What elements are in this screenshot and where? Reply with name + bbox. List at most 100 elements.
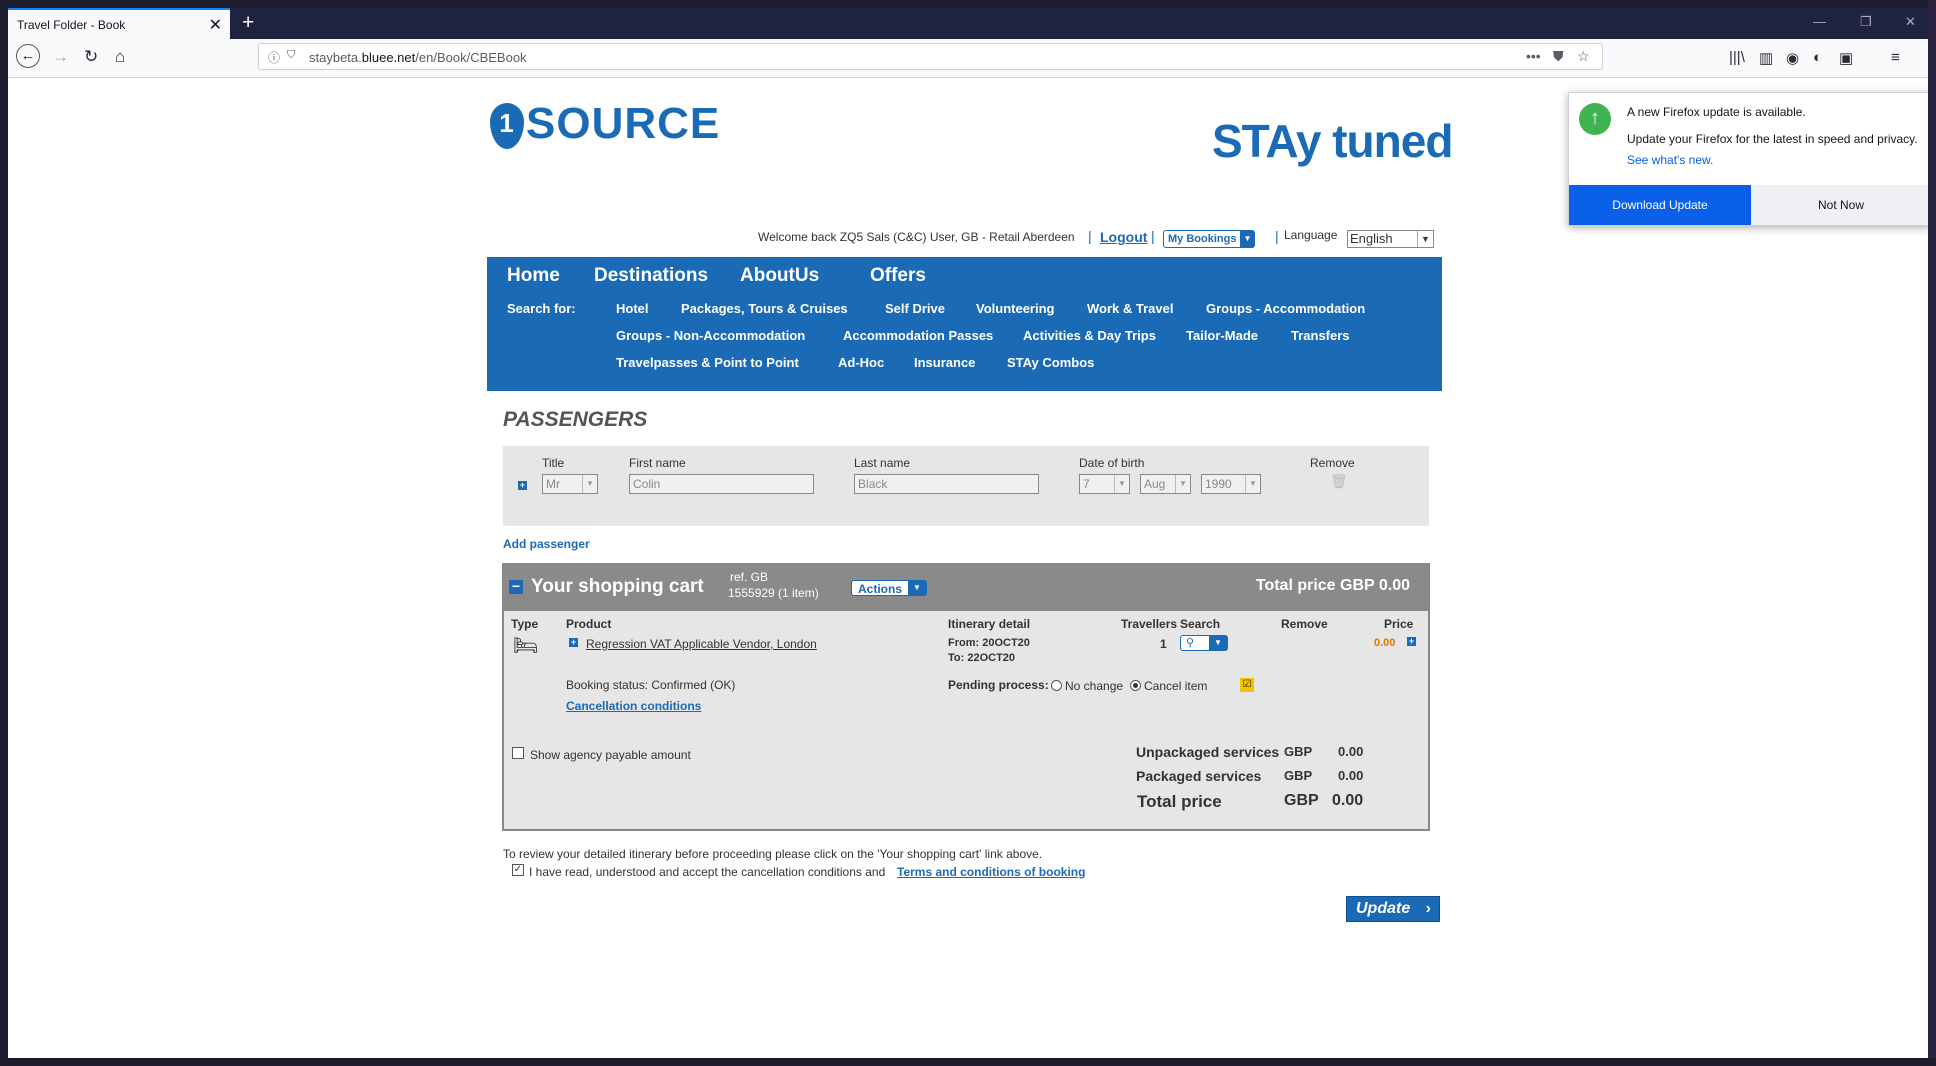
browser-window: Travel Folder - Book ✕ + — ❐ ✕ ← → ↻ ⌂ ⓘ… xyxy=(8,8,1928,1058)
total-value: 0.00 xyxy=(1332,792,1364,809)
itinerary-to: To: 22OCT20 xyxy=(948,652,1016,664)
home-icon[interactable]: ⌂ xyxy=(115,47,125,67)
cart-header: − Your shopping cart ref. GB 1555929 (1 … xyxy=(504,565,1428,611)
menu-travelpasses[interactable]: Travelpasses & Point to Point xyxy=(616,355,799,370)
language-select[interactable]: English ▼ xyxy=(1347,230,1434,248)
url-text[interactable]: staybeta.bluee.net/en/Book/CBEBook xyxy=(309,50,527,65)
cart-ref-items: 1555929 (1 item) xyxy=(728,586,819,600)
not-now-button[interactable]: Not Now xyxy=(1751,185,1928,225)
nav-aboutus[interactable]: AboutUs xyxy=(740,265,819,287)
show-agency-checkbox[interactable] xyxy=(512,747,524,759)
close-window-icon[interactable]: ✕ xyxy=(1905,14,1916,30)
extension2-icon[interactable]: ▣ xyxy=(1839,49,1853,67)
language-label: Language xyxy=(1284,228,1338,242)
new-tab-icon[interactable]: + xyxy=(242,11,254,35)
bookmark-star-icon[interactable]: ☆ xyxy=(1577,48,1590,65)
checklist-icon[interactable]: ☑ xyxy=(1240,678,1254,692)
cart-total-header: Total price GBP 0.00 xyxy=(1255,577,1410,594)
terms-link[interactable]: Terms and conditions of booking xyxy=(897,865,1085,879)
menu-volunteering[interactable]: Volunteering xyxy=(976,301,1054,316)
reload-icon[interactable]: ↻ xyxy=(84,47,98,67)
remove-label: Remove xyxy=(1310,456,1355,470)
download-update-button[interactable]: Download Update xyxy=(1569,185,1751,225)
nav-bar: ← → ↻ ⌂ ⓘ ⛉ staybeta.bluee.net/en/Book/C… xyxy=(8,39,1928,78)
search-button[interactable]: ⚲ ▼ xyxy=(1180,635,1228,651)
menu-hotel[interactable]: Hotel xyxy=(616,301,649,316)
add-passenger-link[interactable]: Add passenger xyxy=(503,537,590,551)
dob-month-select[interactable]: Aug ▼ xyxy=(1140,474,1191,494)
menu-transfers[interactable]: Transfers xyxy=(1291,328,1350,343)
cart-title[interactable]: Your shopping cart xyxy=(531,576,704,598)
show-agency-label: Show agency payable amount xyxy=(530,748,691,762)
minimize-icon[interactable]: — xyxy=(1813,14,1826,29)
whats-new-link[interactable]: See what's new. xyxy=(1627,153,1713,167)
dob-year-select[interactable]: 1990 ▼ xyxy=(1201,474,1261,494)
menu-tailor-made[interactable]: Tailor-Made xyxy=(1186,328,1258,343)
extension-icon[interactable]: ◐ xyxy=(1813,49,1822,66)
menu-insurance[interactable]: Insurance xyxy=(914,355,975,370)
update-button[interactable]: Update › xyxy=(1346,896,1440,922)
account-icon[interactable]: ◉ xyxy=(1786,49,1799,67)
sidebar-icon[interactable]: ▥ xyxy=(1759,49,1773,67)
tracking-shield-icon[interactable]: ⛉ xyxy=(287,49,295,62)
menu-ad-hoc[interactable]: Ad-Hoc xyxy=(838,355,884,370)
cancel-item-radio[interactable] xyxy=(1130,680,1141,691)
chevron-down-icon: ▼ xyxy=(1240,231,1255,247)
title-select[interactable]: Mr ▼ xyxy=(542,474,598,494)
cancellation-conditions-link[interactable]: Cancellation conditions xyxy=(566,699,701,713)
chevron-down-icon: ▼ xyxy=(1245,475,1260,493)
close-tab-icon[interactable]: ✕ xyxy=(209,15,222,35)
pocket-icon[interactable]: ⛊ xyxy=(1553,48,1564,65)
first-name-field[interactable]: Colin xyxy=(629,474,814,494)
stay-tuned-logo: STAy tuned xyxy=(1212,115,1453,167)
separator: | xyxy=(1151,228,1155,244)
back-icon[interactable]: ← xyxy=(16,44,40,68)
itinerary-from: From: 20OCT20 xyxy=(948,637,1030,649)
menu-stay-combos[interactable]: STAy Combos xyxy=(1007,355,1094,370)
total-currency: GBP xyxy=(1284,792,1319,809)
actions-button[interactable]: Actions ▼ xyxy=(851,580,927,596)
expand-plus-icon[interactable]: + xyxy=(1407,637,1416,646)
nav-home[interactable]: Home xyxy=(507,265,560,287)
trash-icon[interactable]: 🗑 xyxy=(1330,473,1348,490)
nav-destinations[interactable]: Destinations xyxy=(594,265,708,287)
col-price: Price xyxy=(1384,617,1414,631)
no-change-radio[interactable] xyxy=(1051,680,1062,691)
dob-day-select[interactable]: 7 ▼ xyxy=(1079,474,1130,494)
menu-groups-accommodation[interactable]: Groups - Accommodation xyxy=(1206,301,1365,316)
url-bar[interactable]: ⓘ ⛉ staybeta.bluee.net/en/Book/CBEBook •… xyxy=(258,43,1603,70)
library-icon[interactable]: |||\ xyxy=(1729,49,1745,66)
menu-work-travel[interactable]: Work & Travel xyxy=(1087,301,1173,316)
passengers-heading: PASSENGERS xyxy=(503,408,648,431)
bed-icon: 🛏 xyxy=(513,635,539,657)
menu-self-drive[interactable]: Self Drive xyxy=(885,301,945,316)
page-actions-icon[interactable]: ••• xyxy=(1526,48,1541,64)
menu-groups-non-accommodation[interactable]: Groups - Non-Accommodation xyxy=(616,328,805,343)
chevron-down-icon: ▼ xyxy=(1209,636,1227,650)
logout-link[interactable]: Logout xyxy=(1100,229,1147,245)
menu-icon[interactable]: ≡ xyxy=(1891,49,1900,66)
col-search: Search xyxy=(1180,617,1221,631)
restore-icon[interactable]: ❐ xyxy=(1860,14,1872,30)
nav-offers[interactable]: Offers xyxy=(870,265,926,287)
unpackaged-value: 0.00 xyxy=(1338,744,1364,759)
expand-plus-icon[interactable]: + xyxy=(569,638,578,647)
source-logo[interactable]: 1 SOURCE xyxy=(490,99,720,150)
accept-text: I have read, understood and accept the c… xyxy=(529,865,886,879)
forward-icon[interactable]: → xyxy=(52,47,69,67)
menu-accommodation-passes[interactable]: Accommodation Passes xyxy=(843,328,993,343)
last-name-field[interactable]: Black xyxy=(854,474,1039,494)
product-link[interactable]: Regression VAT Applicable Vendor, London xyxy=(586,637,817,651)
menu-packages[interactable]: Packages, Tours & Cruises xyxy=(681,301,848,316)
tab-travel-folder[interactable]: Travel Folder - Book ✕ xyxy=(8,8,230,39)
chevron-down-icon: ▼ xyxy=(1417,231,1433,247)
collapse-icon[interactable]: − xyxy=(509,579,523,594)
info-icon[interactable]: ⓘ xyxy=(268,49,280,66)
item-price: 0.00 xyxy=(1374,637,1396,649)
main-menu: Home Destinations AboutUs Offers Search … xyxy=(487,257,1442,391)
menu-activities[interactable]: Activities & Day Trips xyxy=(1023,328,1156,343)
expand-plus-icon[interactable]: + xyxy=(518,481,527,490)
accept-checkbox[interactable]: ✓ xyxy=(512,864,524,876)
my-bookings-button[interactable]: My Bookings ▼ xyxy=(1163,230,1256,248)
chevron-down-icon: ▼ xyxy=(908,581,926,595)
